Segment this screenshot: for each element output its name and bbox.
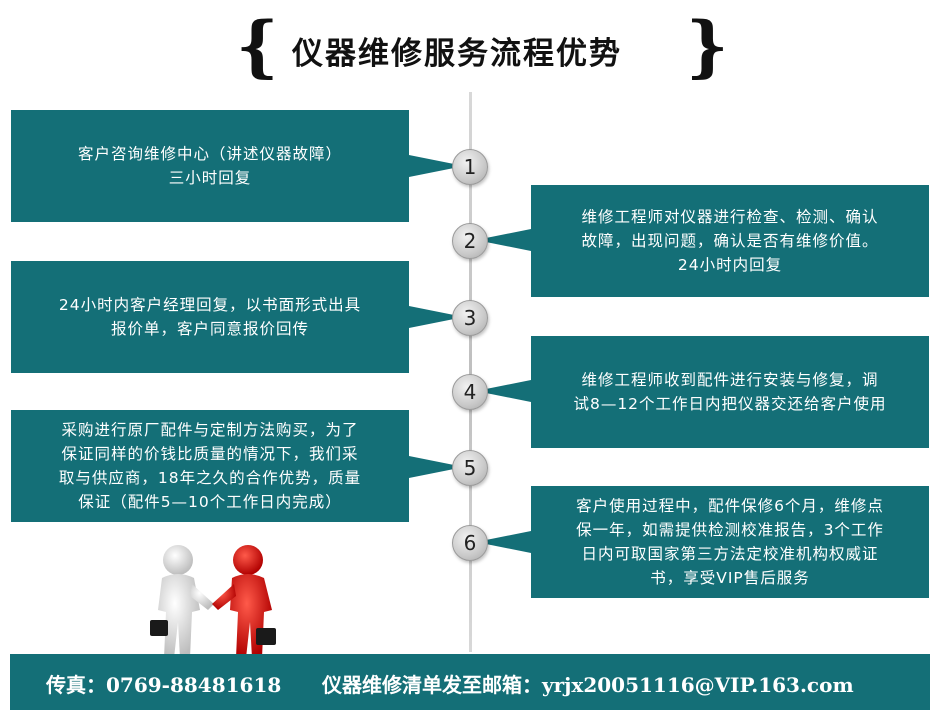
step-1-line-1: 客户咨询维修中心（讲述仪器故障） [77,145,342,163]
step-1-box: 客户咨询维修中心（讲述仪器故障） 三小时回复 [11,110,409,222]
step-5-line-4: 保证（配件5—10个工作日内完成） [78,493,342,511]
step-2-line-3: 24小时内回复 [677,256,783,274]
step-6-line-1: 客户使用过程中，配件保修6个月，维修点 [576,497,884,515]
step-5-box: 采购进行原厂配件与定制方法购买，为了 保证同样的价钱比质量的情况下，我们采 取与… [11,410,409,522]
step-1-line-2: 三小时回复 [168,169,252,187]
step-5-line-3: 取与供应商，18年之久的合作优势，质量 [58,469,362,487]
briefcase-left [150,620,168,636]
step-6-box: 客户使用过程中，配件保修6个月，维修点 保一年，如需提供检测校准报告，3个工作 … [531,486,929,598]
step-3-number: 3 [452,300,488,336]
fax-number: 传真：0769-88481618 [46,673,282,697]
right-brace: } [686,7,729,85]
step-4-number: 4 [452,374,488,410]
step-2-number: 2 [452,223,488,259]
step-5-line-2: 保证同样的价钱比质量的情况下，我们采 [61,445,359,463]
white-figure [150,545,214,658]
title-area: { 仪器维修服务流程优势 } [0,10,940,90]
step-1-number: 1 [452,149,488,185]
email-info[interactable]: 仪器维修清单发至邮箱：yrjx20051116@VIP.163.com [322,669,854,698]
step-5-number: 5 [452,450,488,486]
briefcase-right [256,628,276,645]
left-brace: { [236,7,279,85]
red-figure [212,545,276,658]
step-3-box: 24小时内客户经理回复，以书面形式出具 报价单，客户同意报价回传 [11,261,409,373]
step-6-line-4: 书，享受VIP售后服务 [650,569,810,587]
step-2-box: 维修工程师对仪器进行检查、检测、确认 故障，出现问题，确认是否有维修价值。 24… [531,185,929,297]
step-3-line-2: 报价单，客户同意报价回传 [110,320,309,338]
step-5-line-1: 采购进行原厂配件与定制方法购买，为了 [61,421,359,439]
footer-bar: 传真：0769-88481618 仪器维修清单发至邮箱：yrjx20051116… [10,654,930,710]
step-6-number: 6 [452,525,488,561]
step-3-line-1: 24小时内客户经理回复，以书面形式出具 [58,296,362,314]
handshake-illustration [150,545,277,668]
page-title: 仪器维修服务流程优势 [292,36,622,72]
step-2-line-1: 维修工程师对仪器进行检查、检测、确认 [581,208,879,226]
step-2-line-2: 故障，出现问题，确认是否有维修价值。 [581,232,879,250]
step-4-line-1: 维修工程师收到配件进行安装与修复，调 [581,371,879,389]
step-6-line-2: 保一年，如需提供检测校准报告，3个工作 [576,521,884,539]
step-4-line-2: 试8—12个工作日内把仪器交还给客户使用 [573,395,887,413]
step-6-line-3: 日内可取国家第三方法定校准机构权威证 [581,545,879,563]
step-4-box: 维修工程师收到配件进行安装与修复，调 试8—12个工作日内把仪器交还给客户使用 [531,336,929,448]
